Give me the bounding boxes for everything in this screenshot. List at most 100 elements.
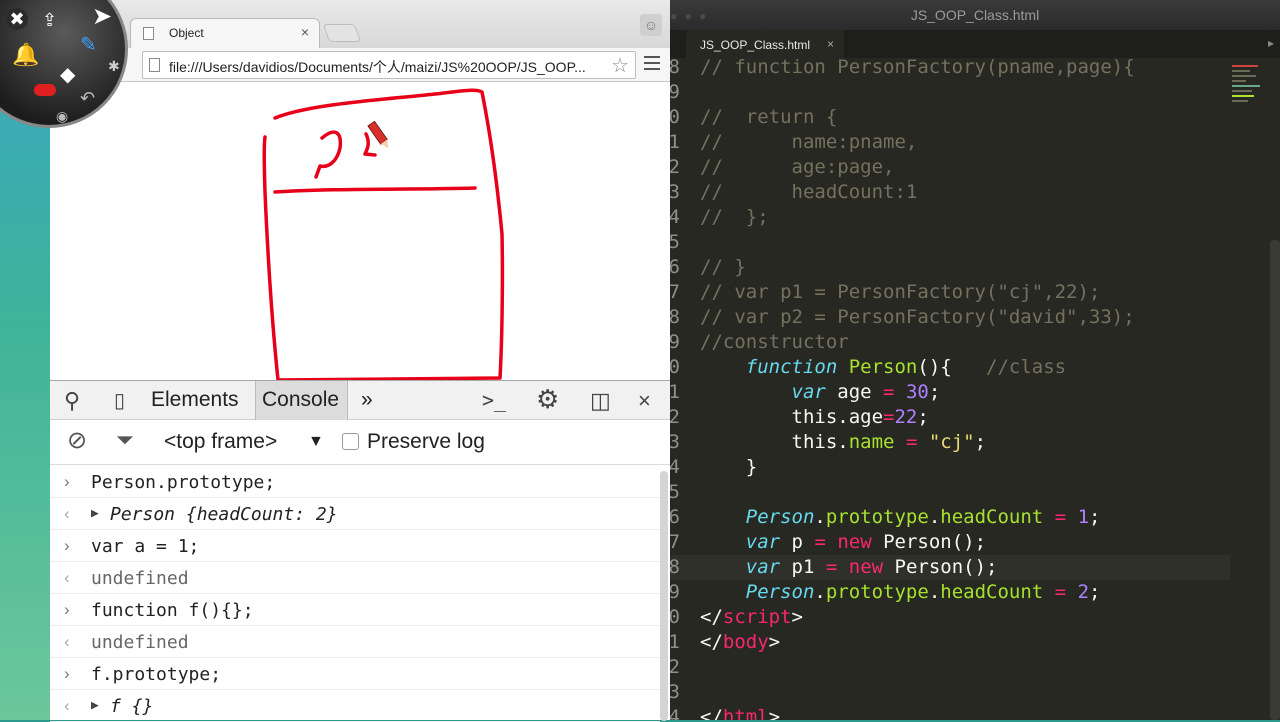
- red-color-swatch[interactable]: [34, 84, 56, 96]
- drawing-divider-line: [273, 186, 477, 194]
- console-log: › Person.prototype; ‹ ▶ Person {headCount: …: [50, 466, 660, 722]
- code-line: 4 }: [670, 456, 758, 478]
- console-input-row: › var a = 1;: [50, 530, 660, 562]
- console-output-object[interactable]: Person {headCount: 2}: [91, 504, 338, 525]
- window-controls[interactable]: ● ● ●: [670, 9, 708, 23]
- page-viewport: [50, 82, 670, 382]
- browser-window: Object × ☺ file:///Users/davidios/Docume…: [50, 0, 670, 722]
- code-line: 2// age:page,: [670, 156, 895, 178]
- settings-icon[interactable]: ✱: [108, 58, 120, 75]
- clear-console-icon[interactable]: ⊘: [67, 426, 87, 455]
- prompt-chevron-icon: ›: [64, 536, 70, 555]
- code-line: 0 </script>: [670, 606, 803, 628]
- code-line: 7 var p = new Person();: [670, 531, 987, 553]
- record-icon[interactable]: ◉: [56, 108, 68, 125]
- expand-triangle-icon[interactable]: ▶: [91, 506, 99, 521]
- preserve-log-checkbox[interactable]: [342, 433, 359, 450]
- code-line: 6// }: [670, 256, 746, 278]
- tab-elements[interactable]: Elements: [151, 381, 239, 420]
- bell-icon[interactable]: 🔔: [12, 42, 39, 68]
- editor-tabbar: JS_OOP_Class.html × ▸: [670, 30, 1280, 58]
- result-arrow-icon: ‹: [64, 632, 70, 651]
- tab-close-icon[interactable]: ×: [301, 24, 309, 40]
- code-line: 7// var p1 = PersonFactory("cj",22);: [670, 281, 1101, 303]
- code-line: 4 </html>: [670, 706, 781, 720]
- undo-icon[interactable]: ↶: [80, 88, 95, 109]
- gear-icon[interactable]: ⚙: [536, 384, 559, 415]
- expand-triangle-icon[interactable]: ▶: [91, 698, 99, 713]
- result-arrow-icon: ‹: [64, 504, 70, 523]
- console-input-row: › Person.prototype;: [50, 466, 660, 498]
- dock-side-icon[interactable]: ◫: [590, 388, 611, 414]
- console-scrollbar[interactable]: [660, 471, 668, 721]
- code-line: 5: [670, 231, 680, 253]
- pointer-cursor-icon[interactable]: ➤: [92, 2, 112, 31]
- chevron-down-icon[interactable]: ▼: [308, 433, 324, 451]
- pen-icon[interactable]: ✎: [80, 32, 97, 57]
- device-mode-icon[interactable]: ▯: [114, 388, 125, 413]
- export-icon[interactable]: ⇪: [42, 10, 57, 31]
- code-line: 9//constructor: [670, 331, 849, 353]
- editor-minimap[interactable]: [1232, 62, 1262, 132]
- code-editor-window: ● ● ● JS_OOP_Class.html JS_OOP_Class.htm…: [670, 0, 1280, 720]
- tab-overflow-icon[interactable]: ▸: [1268, 36, 1274, 50]
- console-input-text: var a = 1;: [91, 536, 200, 557]
- tab-console[interactable]: Console: [255, 381, 349, 420]
- console-output-object[interactable]: f {}: [91, 696, 153, 717]
- filter-icon[interactable]: ⏷: [116, 427, 134, 453]
- page-icon: [143, 27, 154, 40]
- console-output-row: ‹ undefined: [50, 626, 660, 658]
- devtools-panel: ⚲ ▯ Elements Console » >_ ⚙ ◫ × ⊘ ⏷ <top…: [50, 380, 670, 722]
- prompt-chevron-icon: ›: [64, 600, 70, 619]
- search-icon[interactable]: ⚲: [64, 388, 80, 414]
- console-input-text: f.prototype;: [91, 664, 222, 685]
- console-input-row: › function f(){};: [50, 594, 660, 626]
- code-line: 8 var p1 = new Person();: [670, 555, 1230, 580]
- prompt-chevron-icon: ›: [64, 664, 70, 683]
- console-drawer-icon[interactable]: >_: [482, 388, 506, 412]
- code-line: 2 this.age=22;: [670, 406, 929, 428]
- hand-drawn-annotation: [262, 88, 505, 382]
- console-output-row: ‹ ▶ Person {headCount: 2}: [50, 498, 660, 530]
- editor-titlebar: ● ● ● JS_OOP_Class.html: [670, 0, 1280, 30]
- code-line: 9: [670, 81, 680, 103]
- drawing-stroke-mark: [363, 132, 377, 157]
- prompt-chevron-icon: ›: [64, 472, 70, 491]
- code-line: 3 this.name = "cj";: [670, 431, 987, 453]
- browser-tab[interactable]: Object ×: [130, 18, 320, 48]
- editor-tab-title: JS_OOP_Class.html: [700, 38, 811, 52]
- result-arrow-icon: ‹: [64, 696, 70, 715]
- code-line: 1// name:pname,: [670, 131, 918, 153]
- editor-file-tab[interactable]: JS_OOP_Class.html ×: [686, 30, 844, 58]
- close-devtools-icon[interactable]: ×: [638, 388, 651, 414]
- code-line: 0// return {: [670, 106, 838, 128]
- eraser-icon[interactable]: ◆: [60, 62, 75, 87]
- code-line: 8// function PersonFactory(pname,page){: [670, 56, 1135, 78]
- drawing-stroke-left: [314, 130, 343, 179]
- annotation-tool-palette: ✖ ⇪ ➤ 🔔 ✎ ◆ ✱ ↶ ◉: [0, 0, 135, 130]
- editor-scrollbar[interactable]: [1270, 240, 1280, 720]
- editor-tab-close-icon[interactable]: ×: [827, 37, 834, 51]
- console-output-row: ‹ undefined: [50, 562, 660, 594]
- bookmark-star-icon[interactable]: ☆: [611, 53, 629, 78]
- code-line: 3// headCount:1: [670, 181, 918, 203]
- code-line: 3: [670, 681, 680, 703]
- frame-selector[interactable]: <top frame>: [164, 430, 277, 454]
- code-area[interactable]: 8// function PersonFactory(pname,page){ …: [670, 55, 1230, 720]
- more-tabs-icon[interactable]: »: [361, 381, 373, 420]
- preserve-log-label: Preserve log: [367, 430, 485, 453]
- close-palette-icon[interactable]: ✖: [6, 8, 28, 30]
- editor-window-title: JS_OOP_Class.html: [910, 7, 1040, 23]
- devtools-toolbar: ⚲ ▯ Elements Console » >_ ⚙ ◫ ×: [50, 381, 670, 420]
- result-arrow-icon: ‹: [64, 568, 70, 587]
- hamburger-menu-icon[interactable]: [644, 56, 660, 70]
- code-line: 1 var age = 30;: [670, 381, 941, 403]
- code-line: 4// };: [670, 206, 769, 228]
- address-bar[interactable]: file:///Users/davidios/Documents/个人/maiz…: [142, 51, 636, 79]
- new-tab-button[interactable]: [322, 24, 362, 42]
- console-output-row: ‹ ▶ f {}: [50, 690, 660, 722]
- console-input-row: › f.prototype;: [50, 658, 660, 690]
- profile-icon[interactable]: ☺: [640, 14, 662, 36]
- console-output-text: undefined: [91, 632, 189, 653]
- console-input-text: Person.prototype;: [91, 472, 276, 493]
